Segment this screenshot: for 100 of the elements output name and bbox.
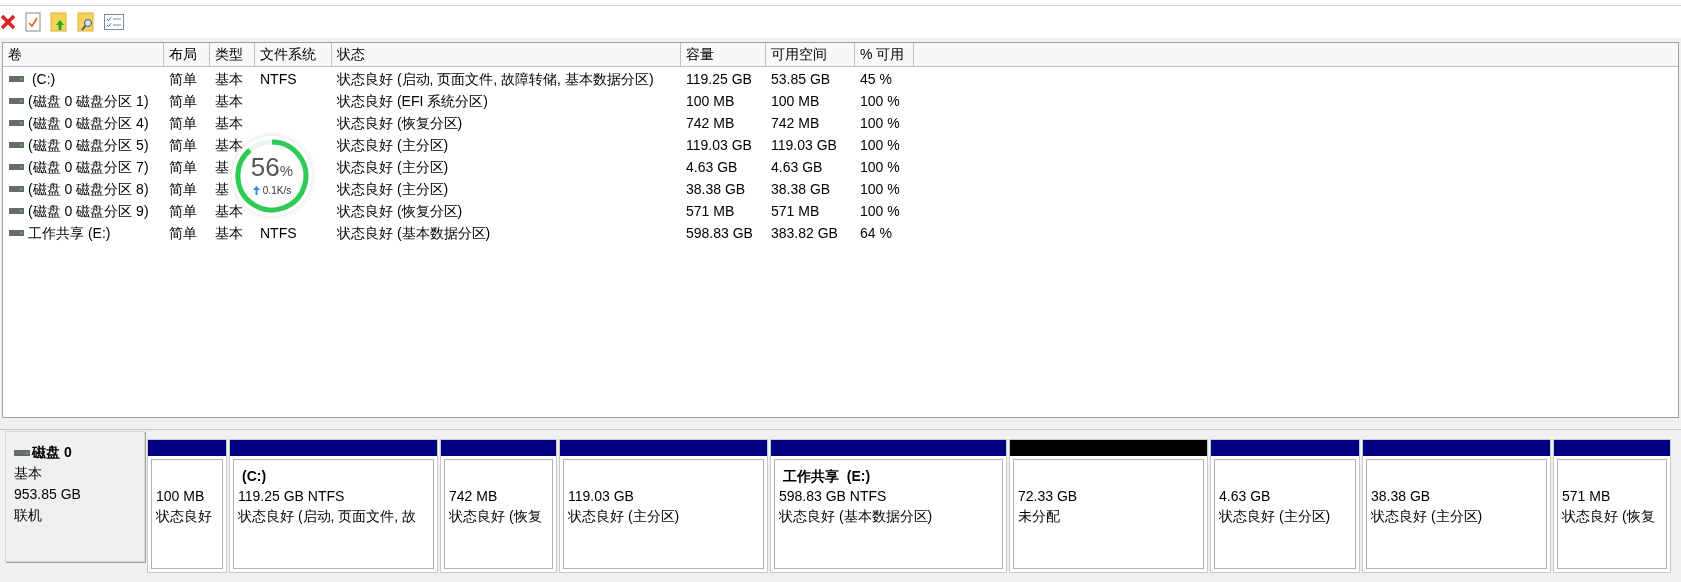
table-cell-text: 基 [215, 157, 229, 177]
table-cell-text: 100 % [860, 157, 900, 177]
partition-status: 状态良好 (基本数据分区) [779, 507, 934, 526]
partition-label: (C:) [241, 467, 268, 486]
table-cell-text: 基本 [215, 113, 243, 133]
checklist-icon[interactable] [104, 14, 124, 30]
partition-status: 状态良好 (主分区) [1371, 507, 1484, 526]
folder-search-icon[interactable] [77, 12, 95, 32]
table-cell-text: 基本 [215, 91, 243, 111]
table-cell-text: 基本 [215, 201, 243, 221]
table-cell-text: 状态良好 (主分区) [337, 135, 449, 155]
volume-name[interactable]: (磁盘 0 磁盘分区 4) [28, 112, 149, 134]
disk-status: 联机 [14, 506, 43, 525]
column-header[interactable]: 布局 [164, 43, 210, 67]
drive-icon [9, 142, 24, 148]
volume-name[interactable]: (磁盘 0 磁盘分区 1) [28, 90, 149, 112]
column-header[interactable]: 卷 [3, 43, 164, 67]
volume-name[interactable]: (磁盘 0 磁盘分区 5) [28, 134, 149, 156]
partition-size: 119.03 GB [568, 487, 635, 506]
drive-icon [14, 448, 30, 457]
table-cell-text: 100 % [860, 113, 900, 133]
table-cell-text: 基本 [215, 69, 243, 89]
volume-name[interactable]: (磁盘 0 磁盘分区 8) [28, 178, 149, 200]
disk-type: 基本 [14, 464, 43, 483]
table-cell-text: 基本 [215, 135, 243, 155]
partition-label: 工作共享 (E:) [782, 467, 872, 486]
partition-block[interactable]: 4.63 GB 状态良好 (主分区) [1210, 439, 1360, 573]
table-cell-text: 简单 [169, 113, 197, 133]
up-arrow-icon [252, 185, 260, 195]
partition-size: 571 MB [1562, 487, 1612, 506]
drive-icon [9, 186, 24, 192]
partition-block[interactable]: 100 MB 状态良好 [147, 439, 227, 573]
table-cell-text: 598.83 GB [686, 223, 753, 243]
table-cell-text: 571 MB [686, 201, 735, 221]
table-cell-text: 100 % [860, 91, 900, 111]
table-cell-text: 基本 [215, 223, 243, 243]
drive-icon [9, 98, 24, 104]
table-cell-text: 状态良好 (EFI 系统分区) [337, 91, 488, 111]
partition-block[interactable]: (C:) 119.25 GB NTFS 状态良好 (启动, 页面文件, 故 [229, 439, 438, 573]
drive-icon [9, 230, 24, 236]
table-cell-text: 38.38 GB [771, 179, 831, 199]
table-cell-text: 状态良好 (主分区) [337, 179, 449, 199]
table-cell-text: 100 % [860, 201, 900, 221]
partition-size: 742 MB [449, 487, 499, 506]
table-cell-text: 简单 [169, 135, 197, 155]
table-cell-text: 状态良好 (恢复分区) [337, 201, 463, 221]
partition-status: 状态良好 (主分区) [1219, 507, 1332, 526]
volume-name[interactable]: (磁盘 0 磁盘分区 7) [28, 156, 149, 178]
unallocated-block[interactable]: 72.33 GB 未分配 [1009, 439, 1208, 573]
partition-block[interactable]: 119.03 GB 状态良好 (主分区) [559, 439, 768, 573]
partition-status: 状态良好 (恢复 [1562, 507, 1656, 526]
column-header[interactable]: 文件系统 [255, 43, 332, 67]
partition-block[interactable]: 742 MB 状态良好 (恢复 [440, 439, 557, 573]
table-cell-text: 571 MB [771, 201, 820, 221]
partition-block[interactable]: 571 MB 状态良好 (恢复 [1553, 439, 1671, 573]
percent-value: 56 [250, 154, 280, 181]
partition-size: 119.25 GB NTFS [238, 487, 346, 506]
table-cell-text: 100 % [860, 135, 900, 155]
table-cell-text: 53.85 GB [771, 69, 831, 89]
table-cell-text: 简单 [169, 201, 197, 221]
table-cell-text: 38.38 GB [686, 179, 746, 199]
partition-status: 未分配 [1018, 507, 1061, 526]
partition-block[interactable]: 38.38 GB 状态良好 (主分区) [1362, 439, 1551, 573]
table-cell-text: 383.82 GB [771, 223, 838, 243]
drive-icon [9, 120, 24, 126]
disk-size: 953.85 GB [14, 485, 82, 504]
speed-text: 0.1K/s [262, 183, 292, 198]
table-cell-text: 状态良好 (恢复分区) [337, 113, 463, 133]
volume-name[interactable]: 工作共享 (E:) [28, 222, 111, 244]
column-header[interactable]: 可用空间 [766, 43, 855, 67]
table-cell-text: 状态良好 (启动, 页面文件, 故障转储, 基本数据分区) [337, 69, 654, 89]
column-header[interactable]: 容量 [681, 43, 766, 67]
percent-unit: % [279, 162, 294, 182]
drive-icon [9, 164, 24, 170]
document-check-icon[interactable] [25, 12, 41, 32]
table-cell-text: 742 MB [771, 113, 820, 133]
delete-icon[interactable] [0, 14, 16, 30]
column-header[interactable]: % 可用 [855, 43, 914, 67]
column-header[interactable]: 状态 [332, 43, 681, 67]
partition-block[interactable]: 工作共享 (E:) 598.83 GB NTFS 状态良好 (基本数据分区) [770, 439, 1007, 573]
column-header[interactable]: 类型 [210, 43, 255, 67]
disk-name: 磁盘 0 [32, 443, 72, 462]
partition-status: 状态良好 (启动, 页面文件, 故 [238, 507, 418, 526]
table-cell-text: 64 % [860, 223, 892, 243]
folder-up-icon[interactable] [50, 12, 68, 32]
table-cell-text: NTFS [260, 223, 297, 243]
table-cell-text: 119.03 GB [686, 135, 752, 155]
table-cell-text: 4.63 GB [771, 157, 823, 177]
partition-size: 100 MB [156, 487, 206, 506]
partition-size: 4.63 GB [1219, 487, 1272, 506]
table-cell-text: 简单 [169, 91, 197, 111]
table-cell-text: 100 MB [686, 91, 735, 111]
table-cell-text: 45 % [860, 69, 892, 89]
table-cell-text: 简单 [169, 157, 197, 177]
table-cell-text: 100 MB [771, 91, 820, 111]
volume-name[interactable]: (C:) [28, 68, 56, 90]
volume-name[interactable]: (磁盘 0 磁盘分区 9) [28, 200, 149, 222]
table-cell-text: 状态良好 (主分区) [337, 157, 449, 177]
partition-status: 状态良好 (主分区) [568, 507, 681, 526]
partition-size: 72.33 GB [1018, 487, 1079, 506]
